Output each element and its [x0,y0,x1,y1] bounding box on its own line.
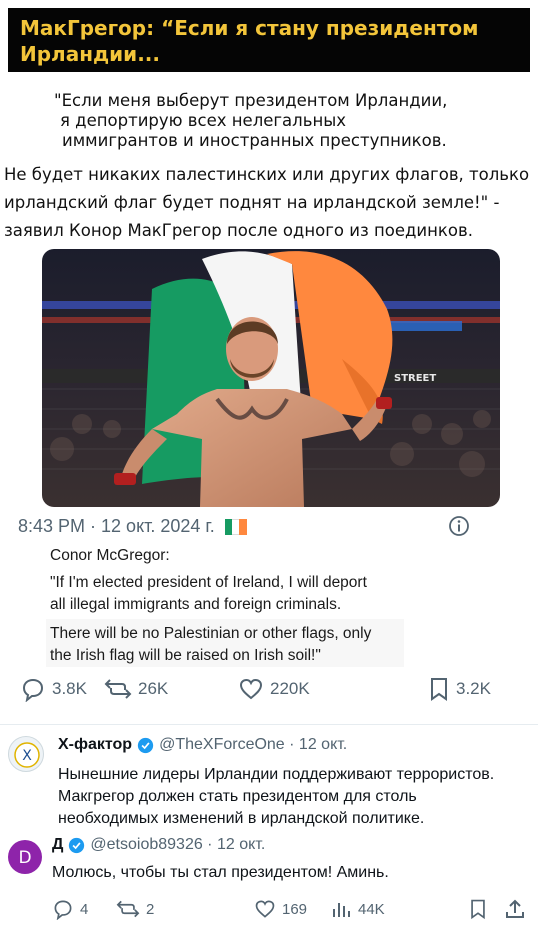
reply-like-button[interactable]: 169 [254,898,307,920]
like-count: 220K [270,679,310,698]
reply-reply-count: 4 [80,900,89,918]
quote-ru-line-5: ирландский флаг будет поднят на ирландск… [4,193,500,212]
quote-en-author: Conor McGregor: [50,547,170,564]
reply-icon [22,678,44,702]
avatar-d[interactable]: D [8,840,42,874]
reply-1-line-2: Макгрегор должен стать президентом для с… [58,788,417,805]
like-button[interactable]: 220K [238,676,310,702]
quote-ru-line-3: иммигрантов и иностранных преступников. [62,131,447,150]
quote-en-line-3: There will be no Palestinian or other fl… [50,625,372,642]
reply-2-name[interactable]: Д [52,836,63,854]
tweet-photo[interactable]: STREET [42,249,500,507]
reply-1-handle[interactable]: @TheXForceOne · 12 окт. [159,736,347,754]
bookmark-icon [471,899,485,920]
reply-count: 3.8K [52,679,87,698]
repost-count: 26K [138,679,169,698]
reply-views-count: 44K [358,900,385,918]
views-chart-icon [333,903,350,917]
info-icon[interactable] [448,515,470,537]
reply-button[interactable]: 3.8K [20,676,87,702]
quote-ru-line-6: заявил Конор МакГрегор после одного из п… [4,221,473,240]
tweet-action-bar: 3.8K 26K 220K 3.2K [0,674,538,708]
avatar-xfactor-letter: X [22,748,32,764]
share-icon [506,899,524,918]
heart-icon [239,678,263,700]
reply-1-line-3: необходимых изменений в ирландской полит… [58,810,425,827]
headline-line-2: Ирландии... [20,42,160,66]
reply-1-name[interactable]: Х-фактор [58,736,132,754]
reply-like-count: 169 [282,900,308,918]
verified-badge-icon [69,837,85,853]
avatar-d-letter: D [18,848,31,868]
divider [0,724,538,725]
bookmark-count: 3.2K [456,679,491,698]
reply-reply-button[interactable]: 4 [52,898,88,920]
reply-1-header: Х-фактор @TheXForceOne · 12 окт. [58,736,347,754]
quote-en-line-2: all illegal immigrants and foreign crimi… [50,596,342,613]
reply-views-button[interactable]: 44K [330,898,385,920]
quote-ru-line-4: Не будет никаких палестинских или других… [4,165,530,184]
tweet-timestamp[interactable]: 8:43 PM · 12 окт. 2024 г. [18,516,215,537]
reply-2-line-1: Молюсь, чтобы ты стал президентом! Аминь… [52,864,389,881]
repost-button[interactable]: 26K [104,676,168,702]
verified-badge-icon [137,737,154,753]
reply-action-bar: 4 2 169 44K [0,896,538,924]
reply-repost-count: 2 [146,900,155,918]
quote-en-line-1: "If I'm elected president of Ireland, I … [50,574,367,591]
headline-line-1: МакГрегор: “Если я стану президентом [20,16,479,40]
banner-text: STREET [394,373,436,384]
ireland-flag-icon [224,518,247,535]
reply-2-handle[interactable]: @etsoiob89326 · 12 окт. [90,836,265,854]
repost-icon [104,679,132,699]
x-logo-icon: X [14,742,40,768]
headline-banner: МакГрегор: “Если я стану президентом Ирл… [8,8,530,72]
bookmark-icon [431,678,447,701]
reply-2-header: Д @etsoiob89326 · 12 окт. [52,836,265,854]
avatar-d-letter-icon: D [18,848,31,868]
avatar-xfactor[interactable]: X [8,736,44,772]
heart-icon [255,900,275,918]
reply-1-line-1: Нынешние лидеры Ирландии поддерживают те… [58,766,495,783]
tweet-timestamp-row: 8:43 PM · 12 окт. 2024 г. [18,516,247,537]
reply-bookmark-button[interactable] [468,898,488,920]
reply-share-button[interactable] [504,898,526,920]
repost-icon [116,900,140,918]
quote-ru-line-2: я депортирую всех нелегальных [60,111,347,130]
quote-ru-line-1: "Если меня выберут президентом Ирландии, [54,91,448,110]
photo-illustration: STREET [42,249,500,507]
bookmark-button[interactable]: 3.2K [428,676,491,702]
reply-repost-button[interactable]: 2 [116,898,154,920]
quote-en-line-4: the Irish flag will be raised on Irish s… [50,647,321,664]
reply-icon [54,900,72,920]
